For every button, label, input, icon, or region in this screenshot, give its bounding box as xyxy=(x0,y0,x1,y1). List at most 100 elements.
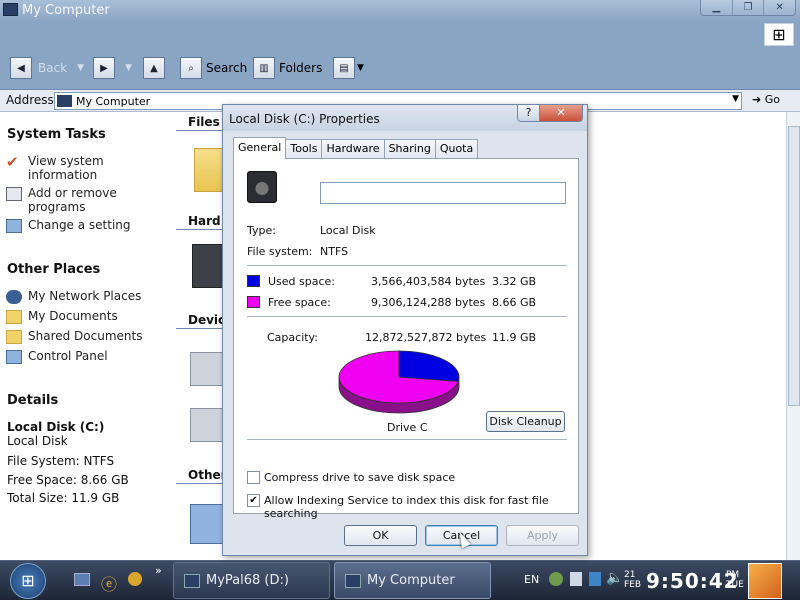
taskbar: ⊞ ⓔ » MyPal68 (D:) My Computer EN 🔈 21 F… xyxy=(0,560,800,600)
disk-cleanup-button[interactable]: Disk Cleanup xyxy=(486,411,565,432)
indexing-checkbox[interactable]: ✔ xyxy=(247,494,260,507)
used-space-swatch xyxy=(247,275,260,287)
dialog-controls: ? ✕ xyxy=(517,105,583,122)
forward-button[interactable]: ▶ ▼ xyxy=(93,57,132,79)
used-space-bytes: 3,566,403,584 bytes xyxy=(371,275,486,288)
date-display: 21 FEB xyxy=(624,570,642,590)
add-remove-programs-link[interactable]: Add or remove programs xyxy=(6,186,148,214)
chevron-down-icon[interactable]: ▼ xyxy=(732,94,739,104)
section-divider xyxy=(176,130,226,131)
view-system-info-link[interactable]: ✔ View system information xyxy=(6,154,148,182)
apply-button[interactable]: Apply xyxy=(506,525,579,546)
help-button[interactable]: ? xyxy=(518,105,540,121)
language-indicator[interactable]: EN xyxy=(524,573,539,586)
close-button[interactable]: ✕ xyxy=(540,105,582,121)
restore-button[interactable]: ❐ xyxy=(733,0,765,15)
divider xyxy=(247,265,567,266)
user-picture[interactable] xyxy=(748,563,782,599)
change-setting-link[interactable]: Change a setting xyxy=(6,218,158,233)
hard-disk-icon[interactable] xyxy=(192,244,226,288)
task-pane: System Tasks ✔ View system information A… xyxy=(0,112,176,560)
compress-checkbox[interactable] xyxy=(247,471,260,484)
details-free-space: Free Space: 8.66 GB xyxy=(7,473,129,487)
vertical-scrollbar[interactable] xyxy=(786,112,800,560)
section-divider xyxy=(176,229,226,230)
window-title: My Computer xyxy=(22,3,110,18)
drive-icon[interactable] xyxy=(190,408,226,442)
taskbar-item[interactable]: MyPal68 (D:) xyxy=(173,562,330,599)
folder-icon[interactable] xyxy=(194,148,224,192)
menu-bar xyxy=(0,22,800,48)
computer-icon xyxy=(57,95,72,107)
drive-label: Drive C xyxy=(387,421,428,434)
details-name: Local Disk (C:) xyxy=(7,420,105,434)
type-label: Type: xyxy=(247,224,276,237)
control-icon[interactable] xyxy=(190,504,226,544)
file-system-value: NTFS xyxy=(320,245,349,258)
tab-general[interactable]: General xyxy=(233,137,287,159)
window-controls: ▁ ❐ ✕ xyxy=(700,0,796,16)
network-tray-icon[interactable] xyxy=(549,572,563,586)
folders-button[interactable]: ▥ Folders xyxy=(253,57,322,79)
drive-icon xyxy=(184,573,200,588)
close-button[interactable]: ✕ xyxy=(764,0,795,15)
scrollbar-thumb[interactable] xyxy=(788,126,800,406)
system-tasks-heading: System Tasks xyxy=(7,127,106,142)
back-button[interactable]: ◀ Back ▼ xyxy=(10,57,84,79)
chevron-down-icon: ▼ xyxy=(125,63,132,73)
tab-quota[interactable]: Quota xyxy=(434,139,479,159)
pie-used-slice xyxy=(398,350,460,382)
properties-dialog: Local Disk (C:) Properties ? ✕ General T… xyxy=(222,104,588,556)
security-tray-icon[interactable] xyxy=(589,572,601,586)
indexing-label: Allow Indexing Service to index this dis… xyxy=(264,494,549,520)
programs-icon xyxy=(6,187,22,201)
up-arrow-icon: ▲ xyxy=(143,57,165,79)
search-button[interactable]: ⌕ Search xyxy=(180,57,247,79)
general-tab-panel: Type: Local Disk File system: NTFS Used … xyxy=(233,158,579,520)
details-total-size: Total Size: 11.9 GB xyxy=(7,491,120,505)
volume-icon[interactable]: 🔈 xyxy=(606,570,623,586)
hard-disk-icon xyxy=(247,171,277,203)
section-divider xyxy=(176,328,226,329)
free-space-swatch xyxy=(247,296,260,308)
show-desktop-icon[interactable] xyxy=(74,573,90,586)
go-button[interactable]: ➜ Go xyxy=(752,93,780,106)
details-type: Local Disk xyxy=(7,434,68,448)
disk-usage-pie xyxy=(338,350,460,414)
up-button[interactable]: ▲ xyxy=(143,57,165,79)
minimize-button[interactable]: ▁ xyxy=(701,0,733,15)
browser-icon[interactable]: ⓔ xyxy=(101,571,117,595)
views-button[interactable]: ▤ ▼ xyxy=(333,57,364,79)
dialog-titlebar[interactable]: Local Disk (C:) Properties ? ✕ xyxy=(223,105,587,131)
control-icon xyxy=(6,219,22,233)
ampm-display: PM TUE xyxy=(726,570,744,590)
start-button[interactable]: ⊞ xyxy=(10,563,46,599)
compress-label: Compress drive to save disk space xyxy=(264,471,456,484)
views-icon: ▤ xyxy=(333,57,355,79)
control-panel-link[interactable]: Control Panel xyxy=(6,349,168,364)
clock[interactable]: 9:50:42 xyxy=(646,569,739,593)
tab-sharing[interactable]: Sharing xyxy=(383,139,436,159)
chevron-down-icon: ▼ xyxy=(77,63,85,73)
tab-strip: General Tools Hardware Sharing Quota xyxy=(233,137,479,159)
free-space-gb: 8.66 GB xyxy=(492,296,537,309)
app-icon[interactable] xyxy=(128,572,142,586)
toolbar: ◀ Back ▼ ▶ ▼ ▲ ⌕ Search ▥ Folders ▤ ▼ xyxy=(0,48,800,90)
drive-icon[interactable] xyxy=(190,352,226,386)
window-titlebar[interactable]: My Computer ▁ ❐ ✕ xyxy=(0,0,800,22)
chevron-right-icon[interactable]: » xyxy=(155,564,162,577)
free-space-bytes: 9,306,124,288 bytes xyxy=(371,296,486,309)
shared-documents-link[interactable]: Shared Documents xyxy=(6,329,168,344)
tray-icon[interactable] xyxy=(570,572,582,586)
my-documents-link[interactable]: My Documents xyxy=(6,309,168,324)
details-heading: Details xyxy=(7,393,59,408)
network-places-link[interactable]: My Network Places xyxy=(6,289,168,304)
ok-button[interactable]: OK xyxy=(344,525,417,546)
volume-label-input[interactable] xyxy=(320,182,566,204)
computer-icon xyxy=(345,573,361,588)
used-space-label: Used space: xyxy=(268,275,336,288)
tab-tools[interactable]: Tools xyxy=(285,139,323,159)
tab-hardware[interactable]: Hardware xyxy=(321,139,385,159)
taskbar-item-active[interactable]: My Computer xyxy=(334,562,491,599)
windows-logo-icon: ⊞ xyxy=(764,23,794,46)
